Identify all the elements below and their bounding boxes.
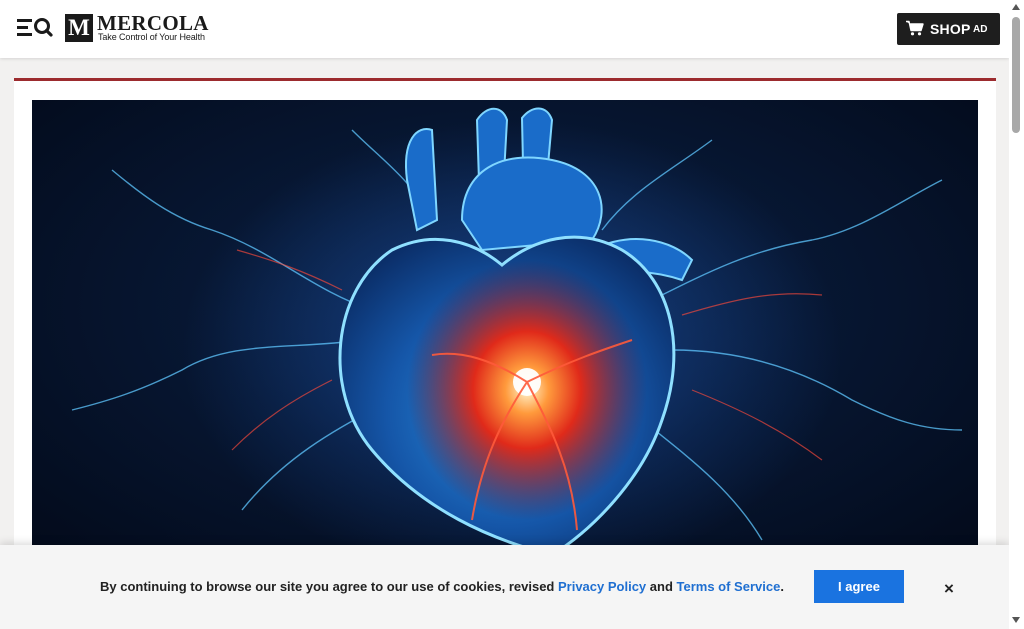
site-logo[interactable]: M MERCOLA Take Control of Your Health [65, 11, 225, 43]
close-icon[interactable]: × [939, 579, 959, 599]
scroll-up-arrow-icon[interactable] [1012, 4, 1020, 10]
agree-button[interactable]: I agree [814, 570, 904, 603]
scroll-down-arrow-icon[interactable] [1012, 617, 1020, 623]
hero-image [32, 100, 978, 560]
menu-search-button[interactable] [14, 14, 54, 42]
menu-search-icon [17, 18, 53, 37]
logo-tagline: Take Control of Your Health [98, 32, 205, 42]
cart-icon [906, 20, 924, 36]
privacy-policy-link[interactable]: Privacy Policy [558, 579, 646, 594]
glowing-heart-illustration [71, 107, 963, 560]
shop-label: SHOP [930, 21, 971, 37]
logo-mark: M [65, 14, 93, 42]
terms-of-service-link[interactable]: Terms of Service [677, 579, 781, 594]
ad-badge: AD [973, 24, 988, 35]
vertical-scrollbar[interactable] [1009, 0, 1024, 629]
cookie-text-before: By continuing to browse our site you agr… [100, 579, 558, 594]
cookie-message: By continuing to browse our site you agr… [100, 579, 784, 594]
cookie-consent-banner: By continuing to browse our site you agr… [0, 545, 1009, 629]
shop-button[interactable]: SHOP AD [897, 13, 1000, 45]
cookie-text-after: . [780, 579, 784, 594]
scroll-thumb[interactable] [1012, 17, 1020, 133]
cookie-text-and: and [646, 579, 677, 594]
page-viewport: M MERCOLA Take Control of Your Health SH… [0, 0, 1009, 629]
site-header: M MERCOLA Take Control of Your Health SH… [0, 0, 1009, 58]
